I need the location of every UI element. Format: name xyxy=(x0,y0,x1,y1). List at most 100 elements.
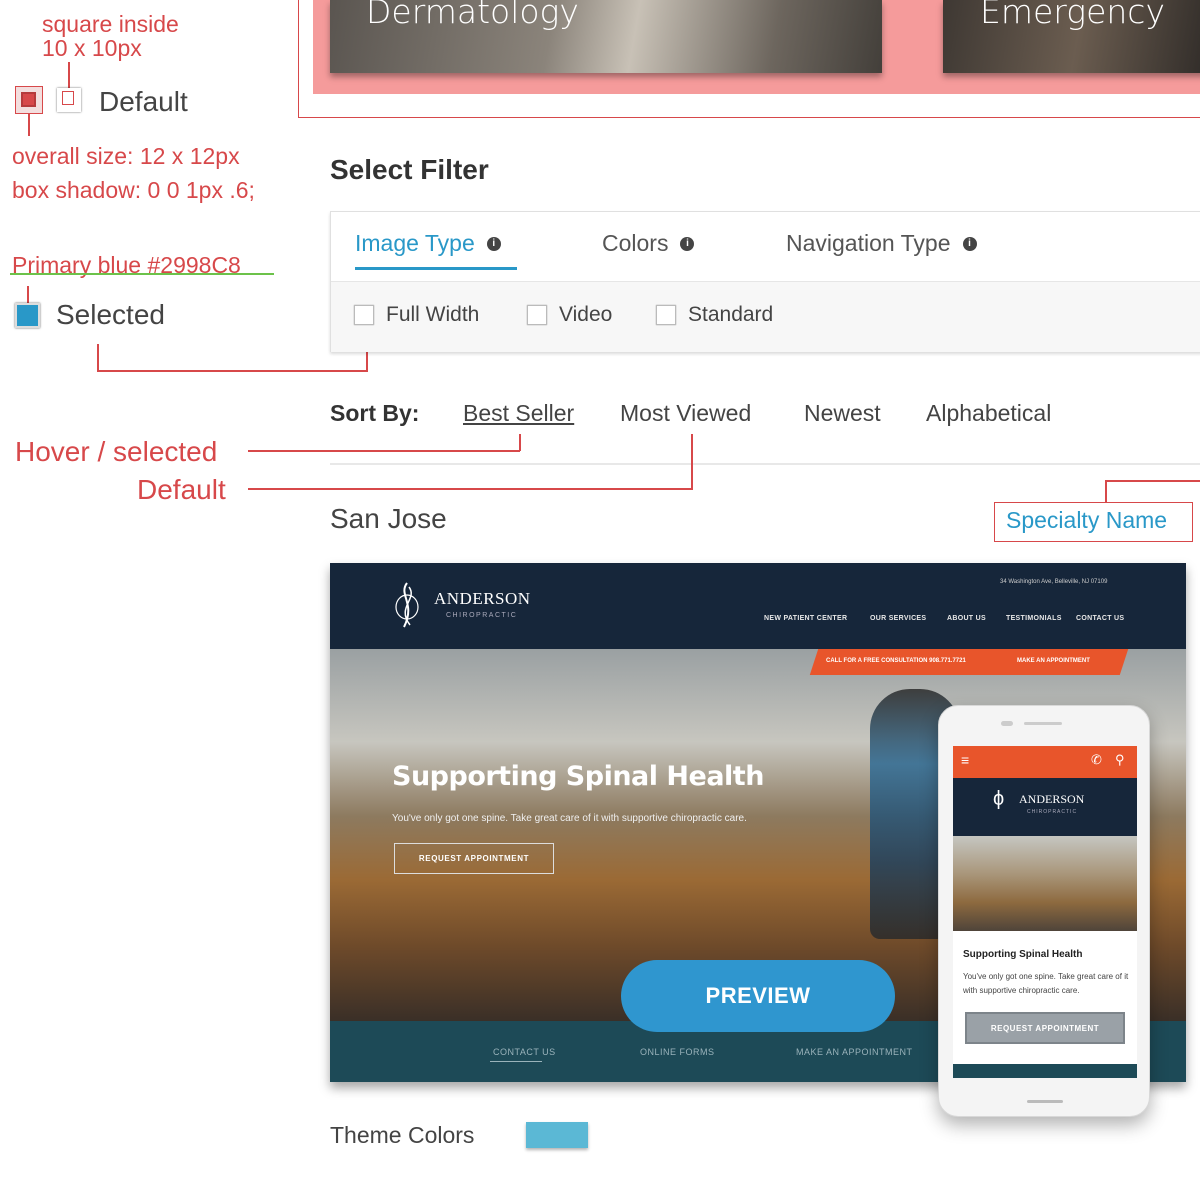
sort-label: Sort By: xyxy=(330,400,420,426)
spine-logo-icon xyxy=(392,581,422,629)
footer-link-underline xyxy=(490,1061,542,1062)
mobile-preview: ≡ ✆ ⚲ ANDERSON CHIROPRACTIC ϕ Supporting… xyxy=(938,705,1150,1117)
underline-green xyxy=(10,273,274,275)
phone-screen: ≡ ✆ ⚲ ANDERSON CHIROPRACTIC ϕ Supporting… xyxy=(953,746,1137,1078)
leader-line xyxy=(1105,480,1200,482)
leader-line xyxy=(691,434,693,489)
annotation-hover-selected: Hover / selected xyxy=(15,436,218,467)
checkbox[interactable] xyxy=(527,305,547,325)
tab-label: Navigation Type xyxy=(786,230,951,256)
mobile-brand: ANDERSON xyxy=(1019,792,1085,806)
site-nav-item: ABOUT US xyxy=(947,615,986,622)
leader-line xyxy=(68,62,70,90)
mobile-footer xyxy=(953,1064,1137,1078)
theme-name: San Jose xyxy=(330,503,447,534)
footer-link: MAKE AN APPOINTMENT xyxy=(796,1047,913,1057)
specialty-card-emergency[interactable]: Emergency xyxy=(943,0,1200,73)
annotation-overall-size: overall size: 12 x 12px xyxy=(12,143,240,169)
checkbox[interactable] xyxy=(354,305,374,325)
leader-line xyxy=(248,488,693,490)
cta-appointment: MAKE AN APPOINTMENT xyxy=(1017,658,1090,664)
theme-color-swatch[interactable] xyxy=(526,1122,588,1148)
specialty-card-dermatology[interactable]: Dermatology xyxy=(330,0,882,73)
cta-call: CALL FOR A FREE CONSULTATION 908.771.772… xyxy=(826,658,966,664)
checkbox[interactable] xyxy=(656,305,676,325)
sort-best-seller[interactable]: Best Seller xyxy=(463,400,574,427)
mobile-title: Supporting Spinal Health xyxy=(963,949,1083,960)
site-brand: ANDERSON xyxy=(434,589,531,608)
site-nav-item: TESTIMONIALS xyxy=(1006,615,1062,622)
option-standard[interactable]: Standard xyxy=(656,303,773,327)
mobile-text: You've only got one spine. Take great ca… xyxy=(963,972,1129,995)
phone-icon: ✆ xyxy=(1091,752,1102,767)
tab-label: Image Type xyxy=(355,230,475,256)
option-label: Full Width xyxy=(386,303,480,326)
leader-line xyxy=(97,370,368,372)
leader-line xyxy=(1105,480,1107,502)
legend-default-label: Default xyxy=(99,86,188,117)
mobile-logo-bar: ANDERSON CHIROPRACTIC ϕ xyxy=(953,778,1137,836)
info-icon: i xyxy=(486,236,501,251)
annotation-line: square inside xyxy=(42,11,179,37)
sort-alphabetical[interactable]: Alphabetical xyxy=(926,400,1051,427)
info-icon: i xyxy=(680,236,695,251)
sort-newest[interactable]: Newest xyxy=(804,400,881,427)
phone-home-indicator xyxy=(1027,1100,1063,1103)
leader-line xyxy=(28,114,30,136)
mobile-top-bar: ≡ ✆ ⚲ xyxy=(953,746,1137,778)
phone-speaker xyxy=(1024,722,1062,725)
specialty-name-link[interactable]: Specialty Name xyxy=(1006,507,1167,534)
annotation-line: 10 x 10px xyxy=(42,35,142,61)
tab-image-type[interactable]: Image Type i xyxy=(355,230,501,257)
footer-link: ONLINE FORMS xyxy=(640,1047,715,1057)
option-label: Video xyxy=(559,303,613,326)
info-icon: i xyxy=(962,236,977,251)
checkbox-size-callout xyxy=(15,86,43,114)
option-label: Standard xyxy=(688,303,774,326)
active-tab-underline xyxy=(355,267,517,270)
mobile-hero-image xyxy=(953,836,1137,931)
leader-line xyxy=(97,344,99,372)
mobile-request-button: REQUEST APPOINTMENT xyxy=(965,1012,1125,1044)
site-nav-item: NEW PATIENT CENTER xyxy=(764,615,848,622)
theme-colors-label: Theme Colors xyxy=(330,1122,475,1148)
sort-most-viewed[interactable]: Most Viewed xyxy=(620,400,751,427)
hero-text: You've only got one spine. Take great ca… xyxy=(392,813,747,824)
site-address: 34 Washington Ave, Belleville, NJ 07109 xyxy=(1000,579,1108,585)
filter-heading: Select Filter xyxy=(330,154,489,185)
site-nav-item: OUR SERVICES xyxy=(870,615,927,622)
site-header: ANDERSON CHIROPRACTIC 34 Washington Ave,… xyxy=(330,563,1186,649)
footer-link: CONTACT US xyxy=(493,1047,556,1057)
hamburger-icon: ≡ xyxy=(961,752,970,768)
leader-line xyxy=(519,434,521,451)
annotation-default: Default xyxy=(137,474,226,505)
site-brand-sub: CHIROPRACTIC xyxy=(446,612,518,619)
location-pin-icon: ⚲ xyxy=(1115,752,1125,767)
specialty-card-label: Dermatology xyxy=(366,0,579,31)
checkbox-selected[interactable] xyxy=(15,303,40,328)
option-video[interactable]: Video xyxy=(527,303,612,327)
leader-line xyxy=(27,286,29,304)
annotation-square-inside: square inside 10 x 10px xyxy=(42,12,179,60)
site-nav-item: CONTACT US xyxy=(1076,615,1125,622)
filter-tabs: Image Type i Colors i Navigation Type i xyxy=(331,212,1200,282)
specialty-card-label: Emergency xyxy=(980,0,1165,31)
tab-colors[interactable]: Colors i xyxy=(602,230,695,257)
checkbox-inner-outline xyxy=(62,91,74,105)
spine-logo-icon: ϕ xyxy=(993,788,1005,810)
tab-navigation-type[interactable]: Navigation Type i xyxy=(786,230,977,257)
preview-button[interactable]: PREVIEW xyxy=(621,960,895,1032)
hero-request-button: REQUEST APPOINTMENT xyxy=(394,843,554,874)
tab-label: Colors xyxy=(602,230,669,256)
option-full-width[interactable]: Full Width xyxy=(354,303,479,327)
checkbox-default[interactable] xyxy=(57,88,81,112)
mobile-brand-sub: CHIROPRACTIC xyxy=(1027,809,1078,815)
filter-options: Full Width Video Standard xyxy=(331,282,1200,352)
annotation-box-shadow: box shadow: 0 0 1px .6; xyxy=(12,177,255,203)
checkbox-inner-square xyxy=(21,92,36,107)
leader-line xyxy=(248,450,520,452)
phone-camera xyxy=(1001,721,1013,726)
sort-divider xyxy=(330,463,1200,465)
hero-title: Supporting Spinal Health xyxy=(392,761,764,792)
filter-panel: Image Type i Colors i Navigation Type i … xyxy=(330,211,1200,352)
